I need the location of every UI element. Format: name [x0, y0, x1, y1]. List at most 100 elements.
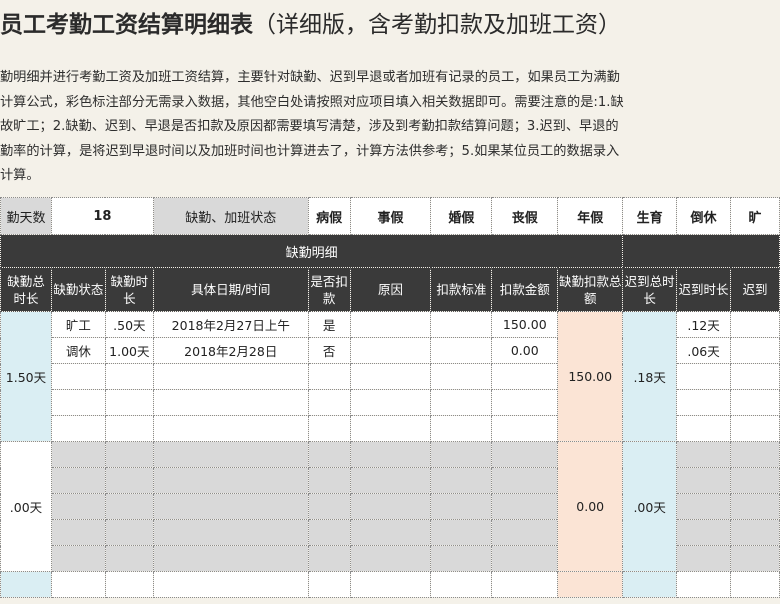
absence-state-cell[interactable]: 旷工	[50, 311, 106, 338]
absence-duration-cell[interactable]	[104, 415, 154, 442]
deduction-amount-cell[interactable]	[491, 363, 559, 390]
late-duration-cell[interactable]	[676, 519, 732, 546]
absence-duration-cell[interactable]	[104, 389, 154, 416]
absence-state-cell[interactable]	[50, 493, 106, 520]
deduction-standard-cell[interactable]	[430, 519, 493, 546]
deduction-standard-cell[interactable]	[430, 441, 493, 468]
deduction-amount-cell[interactable]: 0.00	[491, 337, 559, 364]
date-time-cell[interactable]	[152, 389, 309, 416]
deduction-amount-cell[interactable]	[491, 467, 559, 494]
deduction-standard-cell[interactable]	[430, 311, 493, 338]
late-duration-cell[interactable]	[676, 493, 732, 520]
deduction-amount-cell[interactable]: 150.00	[491, 311, 559, 338]
deduct-flag-cell[interactable]: 否	[307, 337, 351, 364]
absence-duration-cell[interactable]	[104, 571, 154, 598]
deduct-flag-cell[interactable]	[307, 519, 351, 546]
late-duration-cell[interactable]	[676, 545, 732, 572]
deduction-standard-cell[interactable]	[430, 545, 493, 572]
date-time-cell[interactable]	[152, 363, 309, 390]
absence-duration-cell[interactable]: .50天	[104, 311, 154, 338]
absence-duration-cell[interactable]	[104, 545, 154, 572]
absence-state-cell[interactable]	[50, 519, 106, 546]
deduction-standard-cell[interactable]	[430, 467, 493, 494]
date-time-cell[interactable]	[152, 441, 309, 468]
deduct-flag-cell[interactable]	[307, 441, 351, 468]
date-time-cell[interactable]	[152, 467, 309, 494]
late-duration-cell[interactable]	[676, 363, 732, 390]
reason-cell[interactable]	[349, 441, 432, 468]
absence-state-cell[interactable]	[50, 415, 106, 442]
late-extra-cell[interactable]	[730, 415, 780, 442]
reason-cell[interactable]	[349, 311, 432, 338]
absence-state-cell[interactable]	[50, 363, 106, 390]
deduction-amount-cell[interactable]	[491, 545, 559, 572]
date-time-cell[interactable]	[152, 519, 309, 546]
date-time-cell[interactable]: 2018年2月27日上午	[152, 311, 309, 338]
late-extra-cell[interactable]	[730, 363, 780, 390]
absence-state-cell[interactable]	[50, 389, 106, 416]
late-extra-cell[interactable]	[730, 519, 780, 546]
late-extra-cell[interactable]	[730, 467, 780, 494]
deduction-amount-cell[interactable]	[491, 441, 559, 468]
late-extra-cell[interactable]	[730, 493, 780, 520]
reason-cell[interactable]	[349, 571, 432, 598]
date-time-cell[interactable]	[152, 571, 309, 598]
deduction-amount-cell[interactable]	[491, 389, 559, 416]
date-time-cell[interactable]	[152, 493, 309, 520]
late-duration-cell[interactable]: .12天	[676, 311, 732, 338]
absence-state-cell[interactable]	[50, 545, 106, 572]
absence-duration-cell[interactable]	[104, 519, 154, 546]
late-extra-cell[interactable]	[730, 311, 780, 338]
late-extra-cell[interactable]	[730, 337, 780, 364]
reason-cell[interactable]	[349, 467, 432, 494]
attendance-days-value[interactable]: 18	[50, 197, 154, 235]
reason-cell[interactable]	[349, 545, 432, 572]
date-time-cell[interactable]: 2018年2月28日	[152, 337, 309, 364]
deduct-flag-cell[interactable]	[307, 363, 351, 390]
late-extra-cell[interactable]	[730, 545, 780, 572]
late-extra-cell[interactable]	[730, 441, 780, 468]
date-time-cell[interactable]	[152, 415, 309, 442]
deduction-amount-cell[interactable]	[491, 571, 559, 598]
deduction-amount-cell[interactable]	[491, 519, 559, 546]
late-duration-cell[interactable]	[676, 441, 732, 468]
deduction-standard-cell[interactable]	[430, 493, 493, 520]
late-extra-cell[interactable]	[730, 571, 780, 598]
deduct-flag-cell[interactable]	[307, 389, 351, 416]
deduction-standard-cell[interactable]	[430, 337, 493, 364]
reason-cell[interactable]	[349, 493, 432, 520]
absence-state-cell[interactable]: 调休	[50, 337, 106, 364]
absence-duration-cell[interactable]: 1.00天	[104, 337, 154, 364]
late-duration-cell[interactable]	[676, 467, 732, 494]
deduct-flag-cell[interactable]: 是	[307, 311, 351, 338]
reason-cell[interactable]	[349, 363, 432, 390]
late-duration-cell[interactable]: .06天	[676, 337, 732, 364]
reason-cell[interactable]	[349, 415, 432, 442]
deduction-standard-cell[interactable]	[430, 389, 493, 416]
reason-cell[interactable]	[349, 389, 432, 416]
deduct-flag-cell[interactable]	[307, 571, 351, 598]
deduct-flag-cell[interactable]	[307, 545, 351, 572]
late-duration-cell[interactable]	[676, 389, 732, 416]
deduction-amount-cell[interactable]	[491, 493, 559, 520]
reason-cell[interactable]	[349, 337, 432, 364]
deduction-standard-cell[interactable]	[430, 363, 493, 390]
absence-duration-cell[interactable]	[104, 441, 154, 468]
reason-cell[interactable]	[349, 519, 432, 546]
deduction-standard-cell[interactable]	[430, 571, 493, 598]
absence-duration-cell[interactable]	[104, 363, 154, 390]
date-time-cell[interactable]	[152, 545, 309, 572]
late-extra-cell[interactable]	[730, 389, 780, 416]
absence-duration-cell[interactable]	[104, 493, 154, 520]
deduct-flag-cell[interactable]	[307, 493, 351, 520]
deduct-flag-cell[interactable]	[307, 415, 351, 442]
deduct-flag-cell[interactable]	[307, 467, 351, 494]
deduction-amount-cell[interactable]	[491, 415, 559, 442]
late-duration-cell[interactable]	[676, 571, 732, 598]
absence-state-cell[interactable]	[50, 467, 106, 494]
absence-state-cell[interactable]	[50, 441, 106, 468]
late-duration-cell[interactable]	[676, 415, 732, 442]
deduction-standard-cell[interactable]	[430, 415, 493, 442]
absence-state-cell[interactable]	[50, 571, 106, 598]
absence-duration-cell[interactable]	[104, 467, 154, 494]
